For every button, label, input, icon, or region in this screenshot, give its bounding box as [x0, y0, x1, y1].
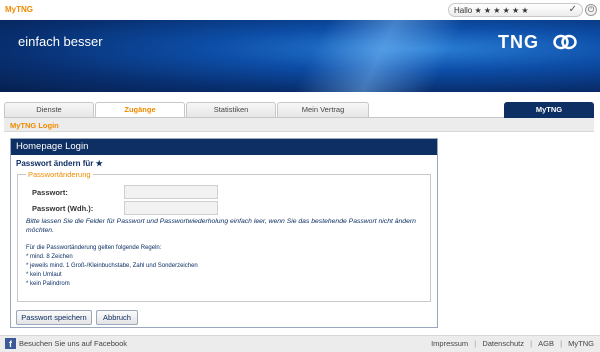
footer-links: Impressum | Datenschutz | AGB | MyTNG — [427, 339, 594, 348]
breadcrumb: MyTNG Login — [4, 118, 594, 132]
fieldset-legend: Passwortänderung — [26, 170, 93, 179]
cancel-button[interactable]: Abbruch — [96, 310, 138, 325]
footer-link-impressum[interactable]: Impressum — [431, 339, 468, 348]
password-change-fieldset: Passwortänderung Passwort: Passwort (Wdh… — [17, 170, 431, 302]
user-greeting-box[interactable]: Hallo ★ ★ ★ ★ ★ ★ ✓ — [448, 3, 583, 17]
banner-light-streak — [230, 20, 530, 92]
password-input[interactable] — [124, 185, 218, 199]
breadcrumb-label: MyTNG Login — [10, 121, 59, 130]
panel-title: Homepage Login — [11, 139, 437, 155]
password-hint: Bitte lassen Sie die Felder für Passwort… — [26, 218, 416, 234]
password-rules: Für die Passwortänderung gelten folgende… — [26, 244, 198, 289]
password-label: Passwort: — [32, 188, 68, 197]
rule-item: * jeweils mind. 1 Groß-/Kleinbuchstabe, … — [26, 263, 198, 269]
tab-dienste[interactable]: Dienste — [4, 102, 94, 117]
tab-zugaenge[interactable]: Zugänge — [95, 102, 185, 117]
panel-subtitle: Passwort ändern für ★ — [16, 159, 103, 168]
footer-link-agb[interactable]: AGB — [538, 339, 554, 348]
tab-statistiken[interactable]: Statistiken — [186, 102, 276, 117]
footer: f Besuchen Sie uns auf Facebook Impressu… — [0, 335, 600, 352]
rule-item: * kein Palindrom — [26, 281, 70, 287]
tng-logo-icon — [553, 34, 577, 50]
rules-intro: Für die Passwortänderung gelten folgende… — [26, 245, 162, 251]
tab-mein-vertrag[interactable]: Mein Vertrag — [277, 102, 369, 117]
footer-link-mytng[interactable]: MyTNG — [568, 339, 594, 348]
rule-item: * kein Umlaut — [26, 272, 62, 278]
footer-link-datenschutz[interactable]: Datenschutz — [482, 339, 524, 348]
tng-logo: TNG — [498, 32, 539, 52]
footer-separator: | — [528, 339, 533, 348]
checkmark-icon[interactable]: ✓ — [569, 4, 577, 15]
greeting-text: Hallo ★ ★ ★ ★ ★ ★ — [454, 6, 529, 15]
banner-slogan: einfach besser — [18, 34, 103, 49]
rule-item: * mind. 8 Zeichen — [26, 254, 73, 260]
facebook-icon[interactable]: f — [5, 338, 16, 349]
top-bar: MyTNG Hallo ★ ★ ★ ★ ★ ★ ✓ ⏻ — [0, 0, 600, 20]
save-password-button[interactable]: Passwort speichern — [16, 310, 92, 325]
footer-separator: | — [472, 339, 477, 348]
brand-link[interactable]: MyTNG — [5, 5, 33, 14]
password-repeat-input[interactable] — [124, 201, 218, 215]
tab-mytng[interactable]: MyTNG — [504, 102, 594, 118]
header-banner: einfach besser TNG — [0, 20, 600, 92]
facebook-link[interactable]: Besuchen Sie uns auf Facebook — [19, 339, 127, 348]
homepage-login-panel: Homepage Login Passwort ändern für ★ Pas… — [10, 138, 438, 328]
password-repeat-label: Passwort (Wdh.): — [32, 204, 94, 213]
footer-separator: | — [558, 339, 563, 348]
power-icon[interactable]: ⏻ — [585, 4, 597, 16]
